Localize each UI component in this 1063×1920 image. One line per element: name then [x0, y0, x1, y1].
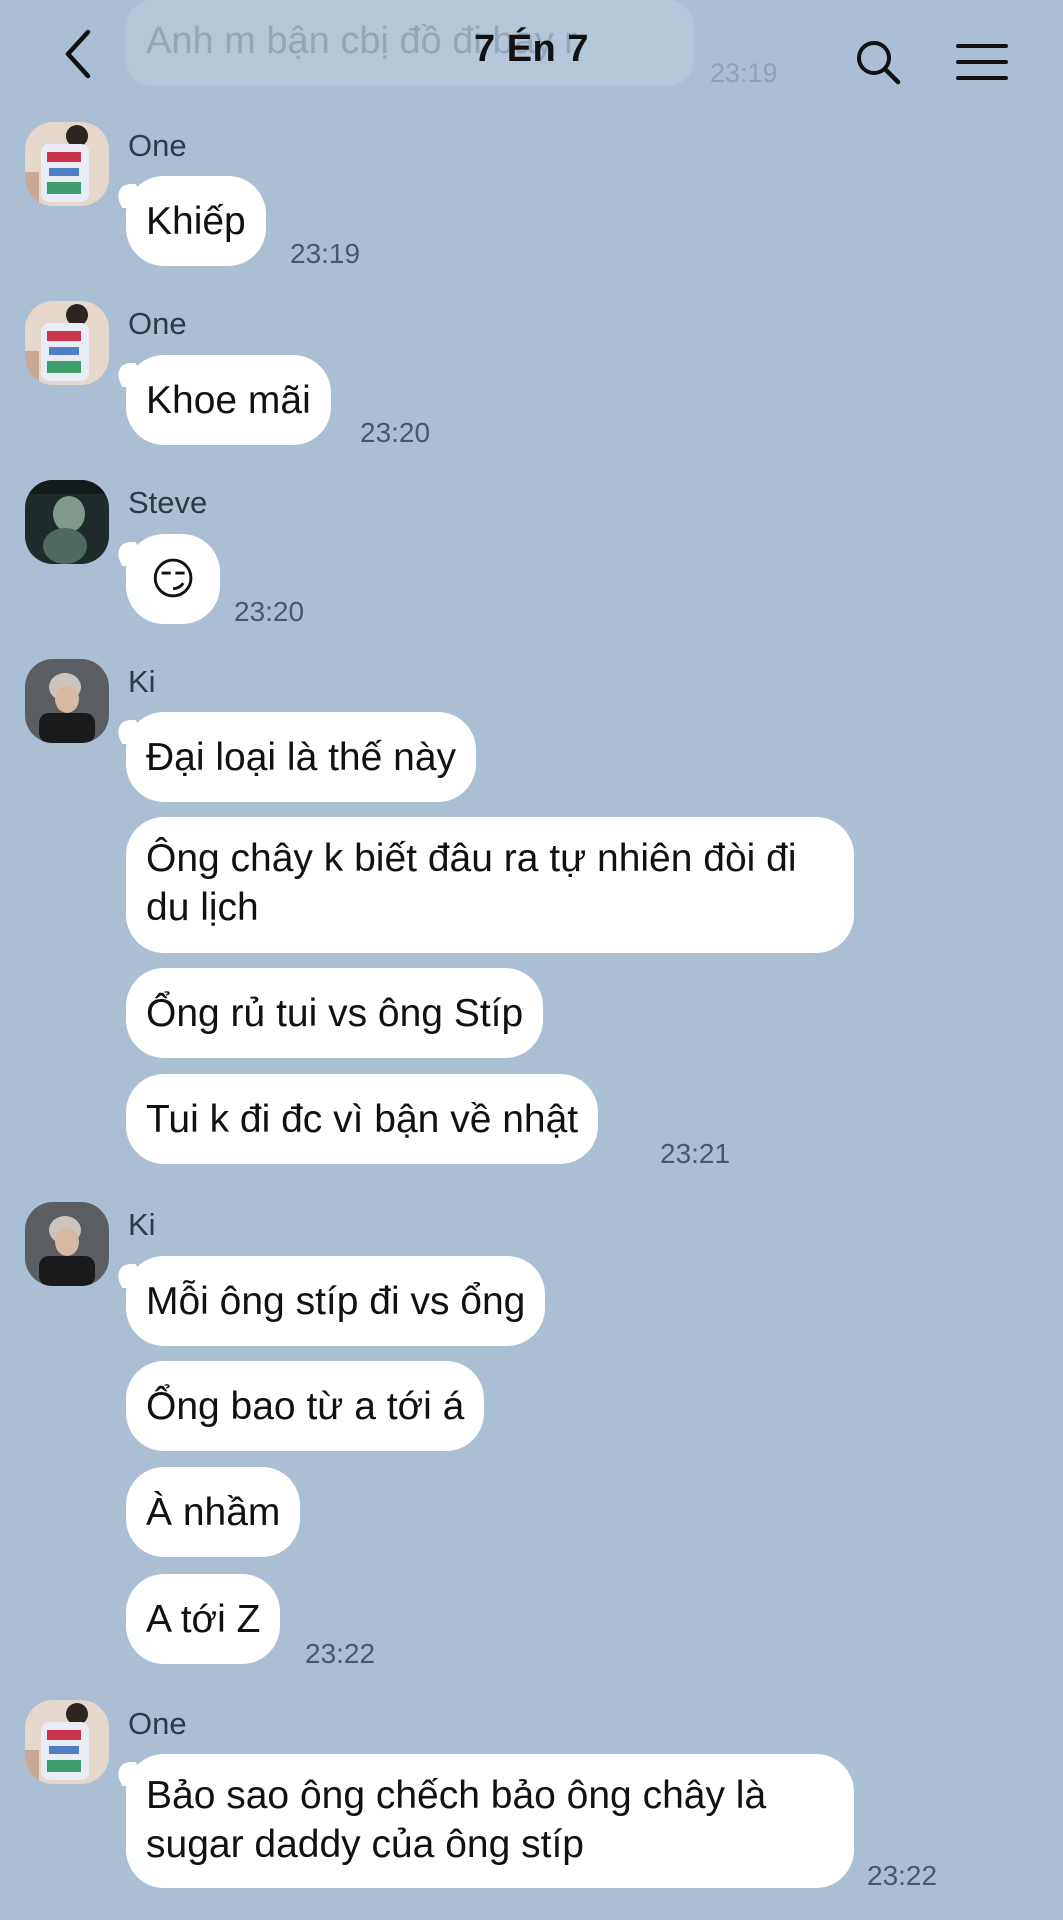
menu-button[interactable]	[952, 34, 1012, 90]
message-time: 23:21	[660, 1138, 731, 1169]
sender-name: Ki	[128, 1207, 156, 1242]
message-bubble[interactable]: Khiếp	[126, 176, 266, 266]
avatar-one[interactable]	[25, 122, 109, 206]
message-bubble[interactable]: Ông chây k biết đâu ra tự nhiên đòi đi d…	[126, 817, 854, 953]
message-bubble[interactable]: À nhầm	[126, 1467, 301, 1557]
avatar-ki[interactable]	[25, 659, 109, 743]
chat-header: 7 Én 7	[0, 0, 1063, 118]
message-text: A tới Z	[146, 1597, 261, 1641]
message-text: Đại loại là thế này	[146, 735, 457, 779]
avatar-ki[interactable]	[25, 1202, 109, 1286]
search-icon	[857, 41, 901, 85]
sender-name: Ki	[128, 664, 156, 699]
message-text: Ổng bao từ a tới á	[146, 1384, 465, 1428]
message-bubble[interactable]: Ổng rủ tui vs ông Stíp	[126, 968, 544, 1058]
message-bubble[interactable]: Mỗi ông stíp đi vs ổng	[126, 1256, 546, 1346]
message-bubble[interactable]: Khoe mãi	[126, 355, 331, 445]
emoji-message: 😏	[150, 554, 196, 604]
message-text: À nhầm	[146, 1490, 281, 1534]
sender-name: One	[128, 128, 187, 163]
message-bubble[interactable]: A tới Z	[126, 1574, 281, 1664]
message-text: Khiếp	[146, 199, 246, 243]
message-time: 23:20	[360, 417, 431, 448]
sender-name: One	[128, 306, 187, 341]
message-text: Mỗi ông stíp đi vs ổng	[146, 1279, 526, 1323]
message-text: Bảo sao ông chếch bảo ông chây là sugar …	[146, 1774, 767, 1866]
avatar-steve[interactable]	[25, 480, 109, 564]
message-bubble[interactable]: Tui k đi đc vì bận về nhật	[126, 1074, 599, 1164]
message-time: 23:20	[234, 596, 305, 627]
hamburger-menu-icon	[956, 44, 1008, 80]
message-bubble[interactable]: 😏	[126, 534, 220, 624]
avatar-one[interactable]	[25, 301, 109, 385]
message-text: Tui k đi đc vì bận về nhật	[146, 1097, 579, 1141]
message-text: Ổng rủ tui vs ông Stíp	[146, 991, 524, 1035]
message-text: Khoe mãi	[146, 378, 311, 422]
message-bubble[interactable]: Đại loại là thế này	[126, 712, 477, 802]
sender-name: One	[128, 1706, 187, 1741]
message-bubble[interactable]: Ổng bao từ a tới á	[126, 1361, 485, 1451]
message-time: 23:19	[290, 238, 361, 269]
search-button[interactable]	[850, 34, 906, 90]
message-time: 23:22	[305, 1638, 376, 1669]
sender-name: Steve	[128, 485, 208, 520]
avatar-one[interactable]	[25, 1700, 109, 1784]
message-time: 23:22	[867, 1860, 938, 1891]
chat-screen: Anh m bận cbị đồ đi bay r 23:19 7 Én 7 O…	[0, 0, 1063, 1920]
message-text: Ông chây k biết đâu ra tự nhiên đòi đi d…	[146, 837, 797, 929]
message-bubble[interactable]: Bảo sao ông chếch bảo ông chây là sugar …	[126, 1754, 854, 1888]
